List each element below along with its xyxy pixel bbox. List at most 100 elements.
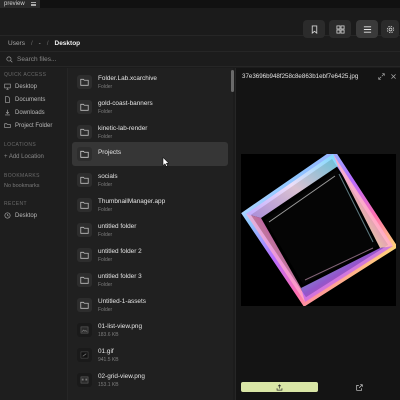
folder-thumbnail bbox=[77, 248, 92, 262]
close-icon[interactable] bbox=[390, 73, 397, 80]
file-name: 02-grid-view.png bbox=[98, 373, 145, 380]
sidebar-item-recent-desktop[interactable]: Desktop bbox=[0, 209, 67, 222]
folder-icon bbox=[80, 150, 89, 158]
list-item[interactable]: ThumbnailManager.app Folder bbox=[72, 193, 228, 217]
file-name: Projects bbox=[98, 149, 122, 156]
app-tab[interactable]: preview bbox=[0, 0, 40, 8]
share-icon bbox=[276, 383, 283, 391]
search-bar bbox=[0, 53, 400, 67]
folder-icon bbox=[4, 123, 11, 128]
list-item[interactable]: socials Folder bbox=[72, 168, 228, 192]
sidebar-item-downloads[interactable]: Downloads bbox=[0, 106, 67, 119]
bookmarks-empty-label: No bookmarks bbox=[4, 183, 40, 189]
folder-icon bbox=[80, 301, 89, 309]
file-meta: Folder bbox=[98, 182, 113, 188]
list-item[interactable]: untitled folder Folder bbox=[72, 218, 228, 242]
file-name: 01-list-view.png bbox=[98, 323, 143, 330]
file-meta: 183.6 KB bbox=[98, 332, 119, 338]
file-name: untitled folder 3 bbox=[98, 273, 142, 280]
list-item[interactable]: 01.gif 941.5 KB bbox=[72, 343, 228, 367]
section-title-bookmarks: BOOKMARKS bbox=[4, 173, 40, 179]
file-name: ThumbnailManager.app bbox=[98, 198, 166, 205]
file-meta: Folder bbox=[98, 282, 113, 288]
folder-icon bbox=[80, 201, 89, 209]
breadcrumb-item-users[interactable]: Users bbox=[6, 38, 27, 49]
app-tab-label: preview bbox=[4, 1, 25, 7]
preview-image bbox=[241, 154, 396, 306]
file-name: Folder.Lab.xcarchive bbox=[98, 75, 157, 82]
breadcrumb-separator: / bbox=[46, 40, 49, 47]
list-item[interactable]: 02-grid-view.png 153.1 KB bbox=[72, 368, 228, 392]
file-meta: Folder bbox=[98, 257, 113, 263]
image-icon bbox=[80, 326, 89, 334]
sidebar-item-desktop[interactable]: Desktop bbox=[0, 80, 67, 93]
folder-thumbnail bbox=[77, 173, 92, 187]
folder-thumbnail bbox=[77, 198, 92, 212]
clock-icon bbox=[4, 212, 11, 219]
folder-thumbnail bbox=[77, 75, 92, 89]
image-thumbnail bbox=[77, 348, 92, 362]
folder-thumbnail bbox=[77, 223, 92, 237]
file-name: Untitled-1-assets bbox=[98, 298, 146, 305]
list-item[interactable]: kinetic-lab-render Folder bbox=[72, 120, 228, 144]
sidebar-item-documents[interactable]: Documents bbox=[0, 93, 67, 106]
file-name: socials bbox=[98, 173, 118, 180]
monitor-icon bbox=[4, 83, 11, 90]
list-item[interactable]: Folder.Lab.xcarchive Folder bbox=[72, 70, 228, 94]
share-button[interactable] bbox=[241, 382, 318, 392]
gear-icon bbox=[386, 25, 394, 33]
section-title-locations: LOCATIONS bbox=[4, 142, 37, 148]
preview-actions bbox=[236, 382, 400, 394]
file-list: Folder.Lab.xcarchive Folder gold-coast-b… bbox=[68, 68, 233, 400]
sidebar-item-label: Desktop bbox=[15, 212, 38, 219]
prism-artwork bbox=[241, 154, 396, 306]
file-meta: Folder bbox=[98, 109, 113, 115]
search-icon bbox=[6, 56, 13, 63]
external-link-icon bbox=[355, 383, 363, 391]
sidebar-item-project-folder[interactable]: Project Folder bbox=[0, 119, 67, 132]
list-item[interactable]: untitled folder 3 Folder bbox=[72, 268, 228, 292]
list-item[interactable]: gold-coast-banners Folder bbox=[72, 95, 228, 119]
open-external-button[interactable] bbox=[354, 382, 364, 392]
file-meta: Folder bbox=[98, 307, 113, 313]
breadcrumb-current[interactable]: Desktop bbox=[53, 38, 83, 49]
folder-thumbnail bbox=[77, 147, 92, 161]
folder-icon bbox=[80, 103, 89, 111]
section-title-quick-access: QUICK ACCESS bbox=[4, 72, 47, 78]
folder-icon bbox=[80, 226, 89, 234]
file-name: untitled folder 2 bbox=[98, 248, 142, 255]
list-item[interactable]: 01-list-view.png 183.6 KB bbox=[72, 318, 228, 342]
folder-thumbnail bbox=[77, 298, 92, 312]
list-item[interactable]: Untitled-1-assets Folder bbox=[72, 293, 228, 317]
add-location-button[interactable]: + Add Location bbox=[0, 150, 67, 163]
sidebar-item-label: Downloads bbox=[15, 109, 45, 116]
file-meta: Folder bbox=[98, 232, 113, 238]
preview-panel: 37e3696b948f258c8e863b1ebf7e6425.jpg bbox=[235, 68, 400, 400]
list-item-selected[interactable]: Projects bbox=[72, 142, 228, 166]
breadcrumb: Users / - / Desktop bbox=[0, 36, 400, 52]
file-list-scrollbar[interactable] bbox=[231, 70, 234, 92]
file-name: gold-coast-banners bbox=[98, 100, 153, 107]
folder-icon bbox=[80, 276, 89, 284]
toolbar bbox=[0, 8, 400, 38]
sidebar-item-label: Documents bbox=[15, 96, 46, 103]
folder-icon bbox=[80, 78, 89, 86]
file-name: 01.gif bbox=[98, 348, 114, 355]
breadcrumb-item-collapsed[interactable]: - bbox=[37, 38, 43, 49]
folder-icon bbox=[80, 251, 89, 259]
search-input[interactable] bbox=[17, 56, 217, 63]
bookmark-icon bbox=[311, 24, 317, 34]
section-title-recent: RECENT bbox=[4, 201, 27, 207]
file-name: kinetic-lab-render bbox=[98, 125, 148, 132]
file-meta: Folder bbox=[98, 134, 113, 140]
file-meta: Folder bbox=[98, 84, 113, 90]
list-item[interactable]: untitled folder 2 Folder bbox=[72, 243, 228, 267]
image-icon bbox=[80, 376, 89, 384]
menu-icon[interactable] bbox=[30, 2, 36, 6]
mouse-cursor-icon bbox=[162, 157, 169, 167]
folder-icon bbox=[80, 128, 89, 136]
expand-icon[interactable] bbox=[378, 73, 385, 80]
grid-icon bbox=[335, 24, 345, 34]
file-name: untitled folder bbox=[98, 223, 137, 230]
file-meta: 941.5 KB bbox=[98, 357, 119, 363]
